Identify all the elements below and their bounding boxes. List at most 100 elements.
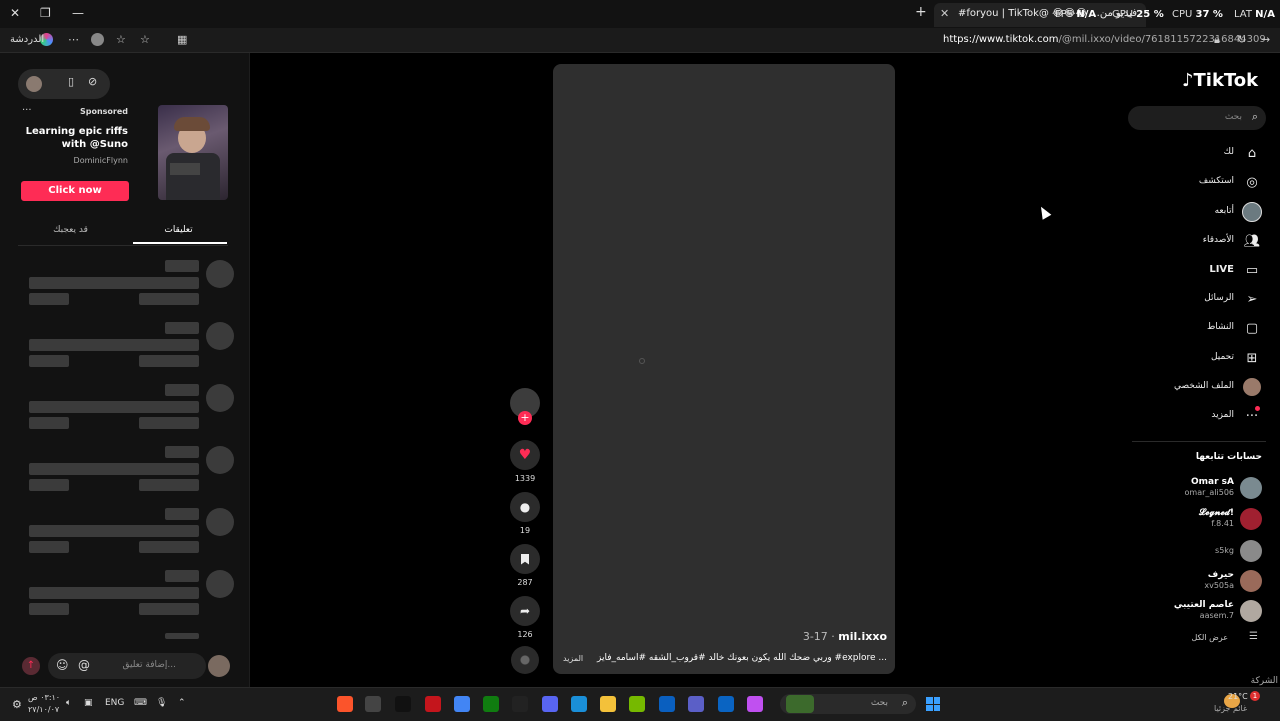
minimize-window-icon[interactable]: — [72, 6, 84, 20]
search-highlight-image [786, 695, 814, 713]
bookmark-icon[interactable] [510, 544, 540, 574]
tab-may-like[interactable]: قد يعجبك [18, 225, 123, 235]
close-window-icon[interactable]: ✕ [10, 6, 20, 20]
lock-icon[interactable]: 🔒︎ [1214, 33, 1220, 47]
clock-time[interactable]: ٠٣:١٠ ص [28, 693, 60, 702]
favorites-icon[interactable]: ☆ [116, 33, 126, 46]
following-account[interactable]: s5kg [1140, 538, 1266, 564]
video-author[interactable]: 3-17 · mil.ixxo [803, 630, 887, 643]
profile-icon[interactable] [91, 33, 104, 46]
compass-icon: ◎ [1246, 174, 1258, 190]
account-avatar [1240, 508, 1262, 530]
sidebar-item-8[interactable]: الملف الشخصي [1140, 377, 1266, 399]
store-icon[interactable] [659, 696, 675, 712]
address-bar: الدردشة ⋯ ☆ ☆ ▦ https://www.tiktok.com/@… [0, 28, 1280, 53]
show-hidden-icons[interactable]: ⌃ [178, 698, 186, 708]
outlook-icon[interactable] [718, 696, 734, 712]
sidebar-item-5[interactable]: الرسائل ➢ [1140, 289, 1266, 311]
search-input[interactable]: بحث ⌕ [1128, 106, 1266, 130]
windows-taskbar: ⚙ ٠٣:١٠ ص ٢٧/١٠/٠٧ 🔈︎ ▣ ENG ⌨ 🎙︎ ⌃ بحث ⌕… [0, 687, 1280, 721]
tiktok-logo[interactable]: ♪TikTok [1182, 70, 1264, 94]
tiktok-app-icon[interactable] [395, 696, 411, 712]
mention-icon[interactable]: @ [78, 658, 90, 672]
following-account[interactable]: Omar sA omar_ali506 [1140, 475, 1266, 501]
sidebar-item-0[interactable]: لك ⌂ [1140, 143, 1266, 165]
sidebar-item-3[interactable]: الأصدقاء 👥︎ [1140, 231, 1266, 253]
brave-icon[interactable] [337, 696, 353, 712]
start-windows-icon[interactable] [926, 697, 940, 711]
keyboard-icon[interactable]: ⌨ [134, 698, 147, 708]
caption-more-link[interactable]: المزيد [563, 654, 583, 663]
ad-thumbnail[interactable] [158, 105, 228, 200]
sidebar-item-1[interactable]: استكشف ◎ [1140, 172, 1266, 194]
close-tab-icon[interactable]: ✕ [940, 7, 949, 20]
share-action[interactable]: ➦ 126 [510, 596, 540, 639]
share-icon[interactable]: ➦ [510, 596, 540, 626]
heart-icon[interactable]: ♥ [510, 440, 540, 470]
weather-temp[interactable]: 21°C [1228, 692, 1248, 701]
sidebar-item-7[interactable]: تحميل ⊞ [1140, 348, 1266, 370]
video-player[interactable]: 3-17 · mil.ixxo وربي ضحك الله يكون بعونك… [553, 64, 895, 674]
new-tab-icon[interactable]: + [915, 4, 927, 20]
ad-author: DominicFlynn [73, 156, 128, 165]
sidebar-item-6[interactable]: النشاط ▢ [1140, 318, 1266, 340]
teams-icon[interactable] [688, 696, 704, 712]
creator-avatar-action[interactable]: + [510, 388, 540, 425]
comment-input[interactable]: ☺ @ إضافة تعليق... [48, 653, 206, 679]
emoji-icon[interactable]: ☺ [56, 658, 69, 672]
volume-icon[interactable]: 🔈︎ [66, 698, 71, 708]
phone-icon[interactable]: ▯ [68, 75, 74, 88]
music-disc[interactable] [510, 646, 540, 674]
like-action[interactable]: ♥ 1339 [510, 440, 540, 483]
split-screen-icon[interactable]: ▦ [177, 33, 187, 46]
music-disc-icon[interactable] [511, 646, 539, 674]
ad-cta-button[interactable]: Click now [21, 181, 129, 201]
forward-icon[interactable]: → [1261, 33, 1270, 46]
restore-window-icon[interactable]: ❐ [40, 6, 51, 20]
menu-dots-icon[interactable]: ⋯ [68, 33, 79, 46]
mic-icon[interactable]: 🎙︎ [156, 698, 167, 708]
search-icon[interactable]: ⌕ [1252, 110, 1258, 124]
sidebar-item-2[interactable]: أتابعه [1140, 202, 1266, 224]
compass-small-icon[interactable]: ⊘ [88, 75, 97, 88]
following-account[interactable]: عاصم العتيبي aasem.7 [1140, 598, 1266, 624]
chrome-icon[interactable] [454, 696, 470, 712]
following-account[interactable]: حيرف xv505a [1140, 568, 1266, 594]
add-favorite-icon[interactable]: ☆ [140, 33, 150, 46]
app-icon[interactable] [365, 696, 381, 712]
upload-icon: ⊞ [1246, 350, 1258, 366]
see-all-link[interactable]: عرض الكل ☰ [1140, 631, 1266, 647]
comment-bubble-icon[interactable]: ● [510, 492, 540, 522]
loading-indicator [639, 358, 645, 364]
footer-company[interactable]: الشركة [1140, 676, 1278, 686]
ad-menu-icon[interactable]: ··· [22, 105, 32, 116]
network-icon[interactable]: ▣ [84, 698, 93, 708]
weather-desc[interactable]: غائم جزئيا [1214, 704, 1247, 713]
tab-comments[interactable]: تعليقات [126, 225, 231, 235]
reload-icon[interactable]: ↻ [1237, 33, 1246, 46]
comment-skeleton [29, 541, 69, 553]
edge-icon[interactable] [571, 696, 587, 712]
search-icon: ⌕ [901, 696, 908, 709]
comment-action[interactable]: ● 19 [510, 492, 540, 535]
settings-gear-icon[interactable]: ⚙ [12, 698, 22, 711]
discord-icon[interactable] [542, 696, 558, 712]
xbox-icon[interactable] [483, 696, 499, 712]
language-indicator[interactable]: ENG [105, 698, 124, 708]
capcut-icon[interactable] [512, 696, 528, 712]
user-avatar[interactable] [26, 76, 42, 92]
taskbar-search[interactable]: بحث ⌕ [780, 694, 916, 714]
follow-plus-icon[interactable]: + [518, 411, 532, 425]
clock-date[interactable]: ٢٧/١٠/٠٧ [28, 705, 59, 714]
copilot-label[interactable]: الدردشة [10, 34, 44, 45]
post-comment-button[interactable]: ↑ [22, 657, 40, 675]
following-account[interactable]: 𝓛𝓮𝓰𝓷𝓮𝓭! f.8.41 [1140, 506, 1266, 532]
file-explorer-icon[interactable] [600, 696, 616, 712]
acrobat-icon[interactable] [425, 696, 441, 712]
comment-skeleton [29, 603, 69, 615]
nvidia-icon[interactable] [629, 696, 645, 712]
copilot-app-icon[interactable] [747, 696, 763, 712]
save-action[interactable]: 287 [510, 544, 540, 587]
sidebar-item-9[interactable]: المزيد ··· [1140, 406, 1266, 428]
sidebar-item-4[interactable]: LIVE ▭ [1140, 260, 1266, 282]
